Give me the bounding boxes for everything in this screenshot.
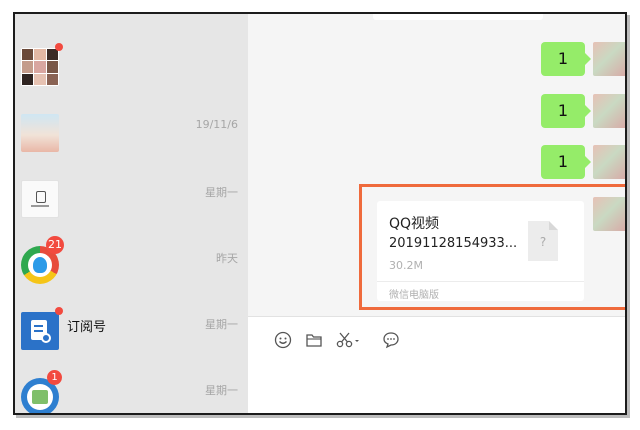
group-avatar-grid xyxy=(21,48,59,86)
conversation-item[interactable]: 21 昨天 xyxy=(15,234,248,300)
previous-message-card xyxy=(373,14,543,20)
conversation-time: 昨天 xyxy=(216,252,238,265)
folder-icon[interactable] xyxy=(304,331,324,351)
conversation-time: 19/11/6 xyxy=(195,118,238,131)
conversation-time: 星期一 xyxy=(205,186,238,199)
conversation-item[interactable] xyxy=(15,36,248,102)
conversation-item[interactable]: 19/11/6 xyxy=(15,102,248,168)
emoji-icon[interactable] xyxy=(273,331,293,351)
scissors-icon[interactable] xyxy=(336,331,362,351)
message-bubble[interactable]: 1 xyxy=(541,94,591,128)
chat-bubble-icon[interactable] xyxy=(381,331,401,351)
message-bubble[interactable]: 1 xyxy=(541,145,591,179)
girl-photo-avatar xyxy=(21,114,59,152)
unread-count-badge: 21 xyxy=(46,236,64,254)
wechat-window: 19/11/6 星期一 21 昨天 订阅号 星期一 1 星期一 1 1 1 QQ… xyxy=(13,12,627,415)
user-avatar[interactable] xyxy=(593,42,625,76)
unread-dot xyxy=(55,307,63,315)
unread-count-badge: 1 xyxy=(47,370,62,385)
subscription-icon xyxy=(21,312,59,350)
conversation-time: 星期一 xyxy=(205,384,238,397)
unread-dot xyxy=(55,43,63,51)
conversation-list: 19/11/6 星期一 21 昨天 订阅号 星期一 1 星期一 xyxy=(15,14,248,413)
user-avatar[interactable] xyxy=(593,145,625,179)
message-bubble[interactable]: 1 xyxy=(541,42,591,76)
conversation-item[interactable]: 订阅号 星期一 xyxy=(15,300,248,366)
conversation-item[interactable]: 1 星期一 xyxy=(15,366,248,413)
logo-avatar xyxy=(21,180,59,218)
conversation-item[interactable]: 星期一 xyxy=(15,168,248,234)
conversation-time: 星期一 xyxy=(205,318,238,331)
conversation-name: 订阅号 xyxy=(67,320,107,335)
chat-panel: 1 1 1 QQ视频 20191128154933... 30.2M ? 微信电… xyxy=(248,14,625,316)
user-avatar[interactable] xyxy=(593,94,625,128)
message-input-area[interactable] xyxy=(248,316,625,413)
highlight-box xyxy=(359,184,625,310)
